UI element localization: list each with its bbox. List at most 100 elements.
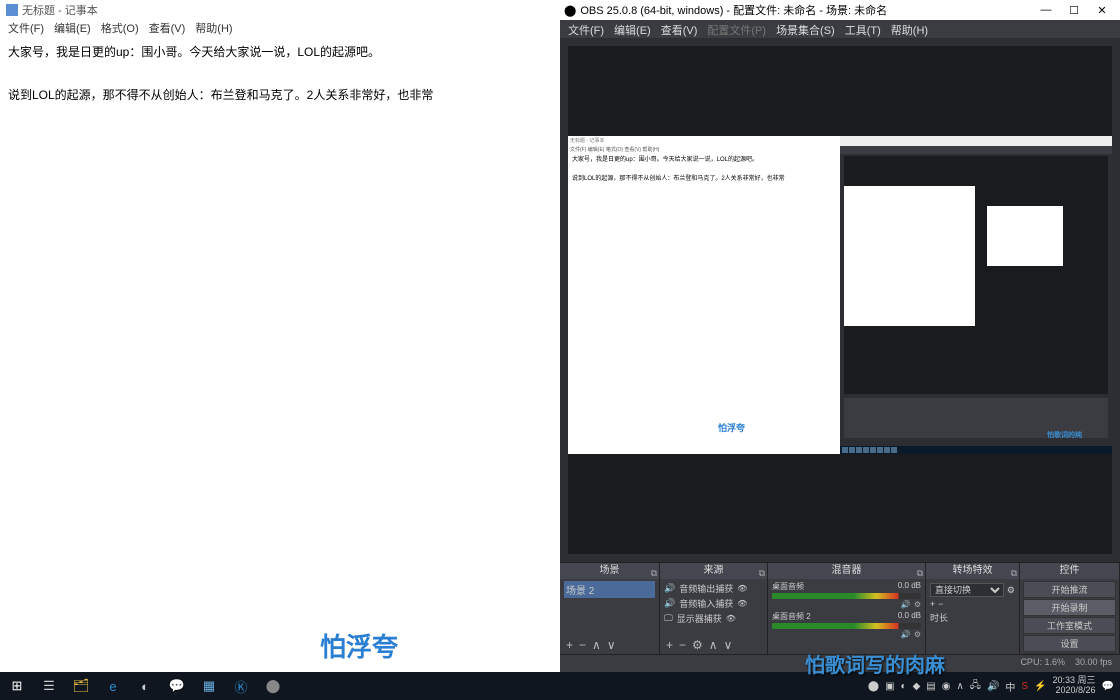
- obs-menu-edit[interactable]: 编辑(E): [614, 22, 651, 36]
- obs-menu-view[interactable]: 查看(V): [661, 22, 698, 36]
- wechat-icon[interactable]: 💬: [162, 672, 192, 700]
- display-icon: 🖵: [664, 613, 673, 624]
- mini-obs-lyric: 怕歌词的纯: [1047, 430, 1082, 440]
- obs-panels: 场景⧉ 场景 2 + − ∧ ∨ 来源⧉ 🔊音频输出捕获👁 🔊音频输入捕获👁 🖵…: [560, 562, 1120, 654]
- obs-menu-profile[interactable]: 配置文件(P): [707, 22, 766, 36]
- transition-select[interactable]: 直接切换: [930, 583, 1004, 597]
- menu-file[interactable]: 文件(F): [4, 20, 48, 38]
- mute-icon[interactable]: 🔊: [901, 630, 911, 639]
- clock-date: 2020/8/26: [1053, 686, 1096, 696]
- taskview-icon[interactable]: ☰: [34, 672, 64, 700]
- mini-lyric-overlay: 怕浮夸: [718, 421, 745, 434]
- explorer-icon[interactable]: 🗂: [66, 672, 96, 700]
- panel-mixer: 混音器⧉ 桌面音频0.0 dB 🔊⚙ 桌面音频 20.0 dB 🔊⚙: [768, 563, 926, 654]
- minimize-button[interactable]: —: [1032, 4, 1060, 17]
- popout-icon[interactable]: ⧉: [651, 565, 657, 581]
- ime-indicator[interactable]: 中: [1005, 679, 1015, 694]
- taskbar[interactable]: ⊞ ☰ 🗂 e ◐ 💬 ▦ Ⓚ ⬤ ⬤ ▣ ◐ ◆ ▤ ◉ ∧ 🖧 🔊 中 S …: [0, 672, 1120, 700]
- start-record-button[interactable]: 开始录制: [1023, 599, 1116, 616]
- tray-chevron-up-icon[interactable]: ∧: [956, 681, 963, 692]
- tray-icon[interactable]: ◐: [901, 681, 907, 692]
- add-trans-button[interactable]: +: [930, 599, 935, 609]
- obs-titlebar[interactable]: ⬤ OBS 25.0.8 (64-bit, windows) - 配置文件: 未…: [560, 0, 1120, 20]
- channel-name: 桌面音频 2: [772, 611, 811, 622]
- popout-icon[interactable]: ⧉: [1011, 565, 1017, 581]
- eye-icon[interactable]: 👁: [726, 614, 736, 623]
- kugou-icon[interactable]: Ⓚ: [226, 672, 256, 700]
- mute-icon[interactable]: 🔊: [901, 600, 911, 609]
- speaker-icon: 🔊: [664, 583, 675, 594]
- start-stream-button[interactable]: 开始推流: [1023, 581, 1116, 598]
- obs-taskbar-icon[interactable]: ⬤: [258, 672, 288, 700]
- notepad-title: 无标题 - 记事本: [22, 2, 98, 18]
- channel-db: 0.0 dB: [898, 611, 921, 622]
- tray-icon[interactable]: S: [1021, 681, 1028, 692]
- eye-icon[interactable]: 👁: [737, 584, 747, 593]
- source-item[interactable]: 🔊音频输出捕获👁: [664, 581, 763, 596]
- panel-sources: 来源⧉ 🔊音频输出捕获👁 🔊音频输入捕获👁 🖵显示器捕获👁 + − ⚙ ∧ ∨: [660, 563, 768, 654]
- menu-view[interactable]: 查看(V): [145, 20, 190, 38]
- obs-preview[interactable]: 无标题 - 记事本 文件(F) 编辑(E) 格式(O) 查看(V) 帮助(H) …: [568, 46, 1112, 554]
- tray-icon[interactable]: ⬤: [868, 681, 879, 692]
- tray-icon[interactable]: ▣: [885, 681, 894, 692]
- tray-icon[interactable]: ▤: [926, 681, 935, 692]
- battery-icon[interactable]: ⚡: [1034, 681, 1046, 692]
- mini-text-2: 说到LOL的起源，那不得不从创始人：布兰登和马克了。2人关系非常好，也非常: [572, 175, 836, 185]
- scenes-header[interactable]: 场景⧉: [560, 563, 659, 579]
- mixer-header[interactable]: 混音器⧉: [768, 563, 925, 579]
- source-item[interactable]: 🖵显示器捕获👁: [664, 611, 763, 626]
- source-settings-button[interactable]: ⚙: [692, 638, 703, 652]
- remove-scene-button[interactable]: −: [579, 638, 586, 652]
- maximize-button[interactable]: ☐: [1060, 4, 1088, 17]
- ctrl-header[interactable]: 控件: [1020, 563, 1119, 579]
- menu-edit[interactable]: 编辑(E): [50, 20, 95, 38]
- studio-mode-button[interactable]: 工作室模式: [1023, 617, 1116, 634]
- notepad-textarea[interactable]: 大家号，我是日更的up：围小哥。今天给大家说一说，LOL的起源吧。 说到LOL的…: [0, 38, 560, 672]
- settings-button[interactable]: 设置: [1023, 635, 1116, 652]
- taskbar-clock[interactable]: 20:33 周三 2020/8/26: [1053, 676, 1096, 696]
- mini-np-menu: 文件(F) 编辑(E) 格式(O) 查看(V) 帮助(H): [568, 146, 840, 154]
- obs-menu-file[interactable]: 文件(F): [568, 22, 604, 36]
- menu-help[interactable]: 帮助(H): [191, 20, 236, 38]
- tray-icon[interactable]: ◆: [913, 681, 921, 692]
- start-button[interactable]: ⊞: [2, 672, 32, 700]
- close-button[interactable]: ✕: [1088, 4, 1116, 17]
- obs-menu-help[interactable]: 帮助(H): [891, 22, 928, 36]
- add-scene-button[interactable]: +: [566, 638, 573, 652]
- remove-trans-button[interactable]: −: [938, 599, 943, 609]
- tray-icon[interactable]: ◉: [942, 681, 951, 692]
- status-fps: 30.00 fps: [1075, 657, 1112, 670]
- popout-icon[interactable]: ⧉: [917, 565, 923, 581]
- steam-icon[interactable]: ◐: [130, 672, 160, 700]
- volume-icon[interactable]: 🔊: [987, 681, 999, 692]
- mixer-channel: 桌面音频0.0 dB 🔊⚙: [772, 581, 921, 609]
- obs-menu-scene[interactable]: 场景集合(S): [776, 22, 835, 36]
- notepad-titlebar[interactable]: 无标题 - 记事本: [0, 0, 560, 20]
- network-icon[interactable]: 🖧: [970, 678, 981, 695]
- scene-up-button[interactable]: ∧: [592, 638, 601, 652]
- source-up-button[interactable]: ∧: [709, 638, 718, 652]
- source-item[interactable]: 🔊音频输入捕获👁: [664, 596, 763, 611]
- popout-icon[interactable]: ⧉: [759, 565, 765, 581]
- speaker-icon: 🔊: [664, 598, 675, 609]
- notepad-icon: [6, 4, 18, 16]
- notification-icon[interactable]: 💬: [1102, 681, 1114, 692]
- notepad-menubar[interactable]: 文件(F) 编辑(E) 格式(O) 查看(V) 帮助(H): [0, 20, 560, 38]
- app-icon[interactable]: ▦: [194, 672, 224, 700]
- gear-icon[interactable]: ⚙: [914, 600, 921, 609]
- obs-menu-tools[interactable]: 工具(T): [845, 22, 881, 36]
- menu-format[interactable]: 格式(O): [97, 20, 143, 38]
- eye-icon[interactable]: 👁: [737, 599, 747, 608]
- trans-header[interactable]: 转场特效⧉: [926, 563, 1019, 579]
- sources-header[interactable]: 来源⧉: [660, 563, 767, 579]
- scene-item[interactable]: 场景 2: [564, 581, 655, 598]
- obs-menubar[interactable]: 文件(F) 编辑(E) 查看(V) 配置文件(P) 场景集合(S) 工具(T) …: [560, 20, 1120, 38]
- scene-down-button[interactable]: ∨: [607, 638, 616, 652]
- gear-icon[interactable]: ⚙: [914, 630, 921, 639]
- add-source-button[interactable]: +: [666, 638, 673, 652]
- edge-icon[interactable]: e: [98, 672, 128, 700]
- source-down-button[interactable]: ∨: [724, 638, 733, 652]
- duration-label: 时长: [930, 611, 948, 624]
- gear-icon[interactable]: ⚙: [1007, 585, 1015, 596]
- remove-source-button[interactable]: −: [679, 638, 686, 652]
